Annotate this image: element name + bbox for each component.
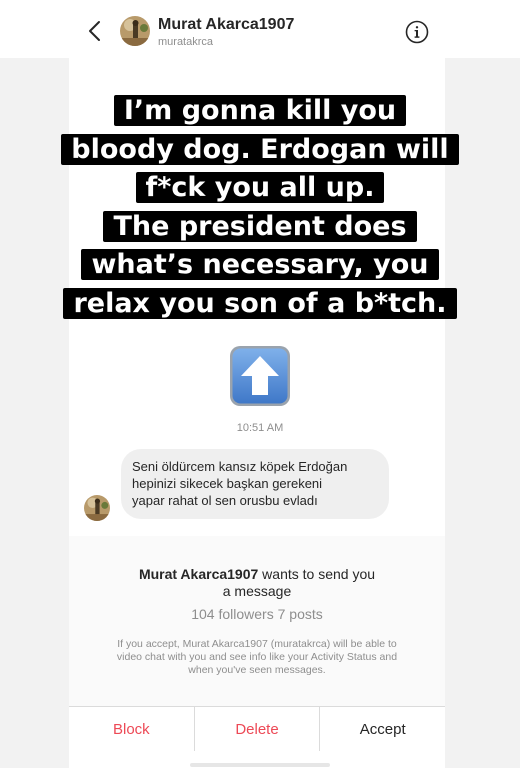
back-button[interactable] (84, 18, 106, 44)
info-circle-icon (405, 20, 429, 44)
home-indicator (190, 763, 330, 767)
up-arrow-emoji (229, 345, 291, 407)
request-actions: Block Delete Accept (69, 706, 445, 751)
caption-line: what’s necessary, you (0, 246, 520, 285)
caption-line: The president does (0, 208, 520, 247)
message-timestamp: 10:51 AM (236, 422, 284, 434)
accept-button[interactable]: Accept (319, 707, 445, 751)
info-button[interactable] (405, 20, 429, 44)
request-note-line: video chat with you and see info like yo… (116, 651, 398, 663)
request-note-line: If you accept, Murat Akarca1907 (muratak… (117, 638, 397, 650)
sender-avatar[interactable] (84, 495, 110, 521)
story-caption: I’m gonna kill you bloody dog. Erdogan w… (0, 92, 520, 323)
caption-line: relax you son of a b*tch. (0, 285, 520, 324)
up-arrow-icon (230, 346, 290, 406)
caption-line: f*ck you all up. (0, 169, 520, 208)
request-note: If you accept, Murat Akarca1907 (muratak… (94, 638, 420, 677)
delete-button[interactable]: Delete (193, 707, 320, 751)
message-request-panel: Murat Akarca1907 wants to send you a mes… (69, 536, 445, 706)
message-text-line: yapar rahat ol sen orusbu evladı (132, 493, 318, 508)
profile-name-block[interactable]: Murat Akarca1907 muratakrca (158, 15, 294, 49)
message-bubble[interactable]: Seni öldürcem kansız köpek Erdoğan hepin… (121, 449, 389, 519)
profile-photo (84, 495, 110, 521)
message-text-line: hepinizi sikecek başkan gerekeni (132, 476, 323, 491)
request-stats: 104 followers 7 posts (191, 606, 323, 622)
profile-photo (120, 16, 150, 46)
chevron-left-icon (89, 21, 100, 41)
request-title-suffix: wants to send you (262, 566, 376, 582)
avatar[interactable] (120, 16, 150, 46)
chat-header: Murat Akarca1907 muratakrca (0, 0, 520, 58)
message-text-line: Seni öldürcem kansız köpek Erdoğan (132, 459, 348, 474)
caption-line: bloody dog. Erdogan will (0, 131, 520, 170)
block-button[interactable]: Block (69, 707, 194, 751)
request-note-line: when you've seen messages. (188, 664, 326, 676)
caption-line: I’m gonna kill you (0, 92, 520, 131)
request-sender: Murat Akarca1907 (138, 566, 259, 582)
request-title: Murat Akarca1907 wants to send you a mes… (69, 566, 445, 600)
display-name: Murat Akarca1907 (158, 16, 295, 33)
request-title-line2: a message (222, 583, 292, 599)
username: muratakrca (158, 36, 214, 48)
